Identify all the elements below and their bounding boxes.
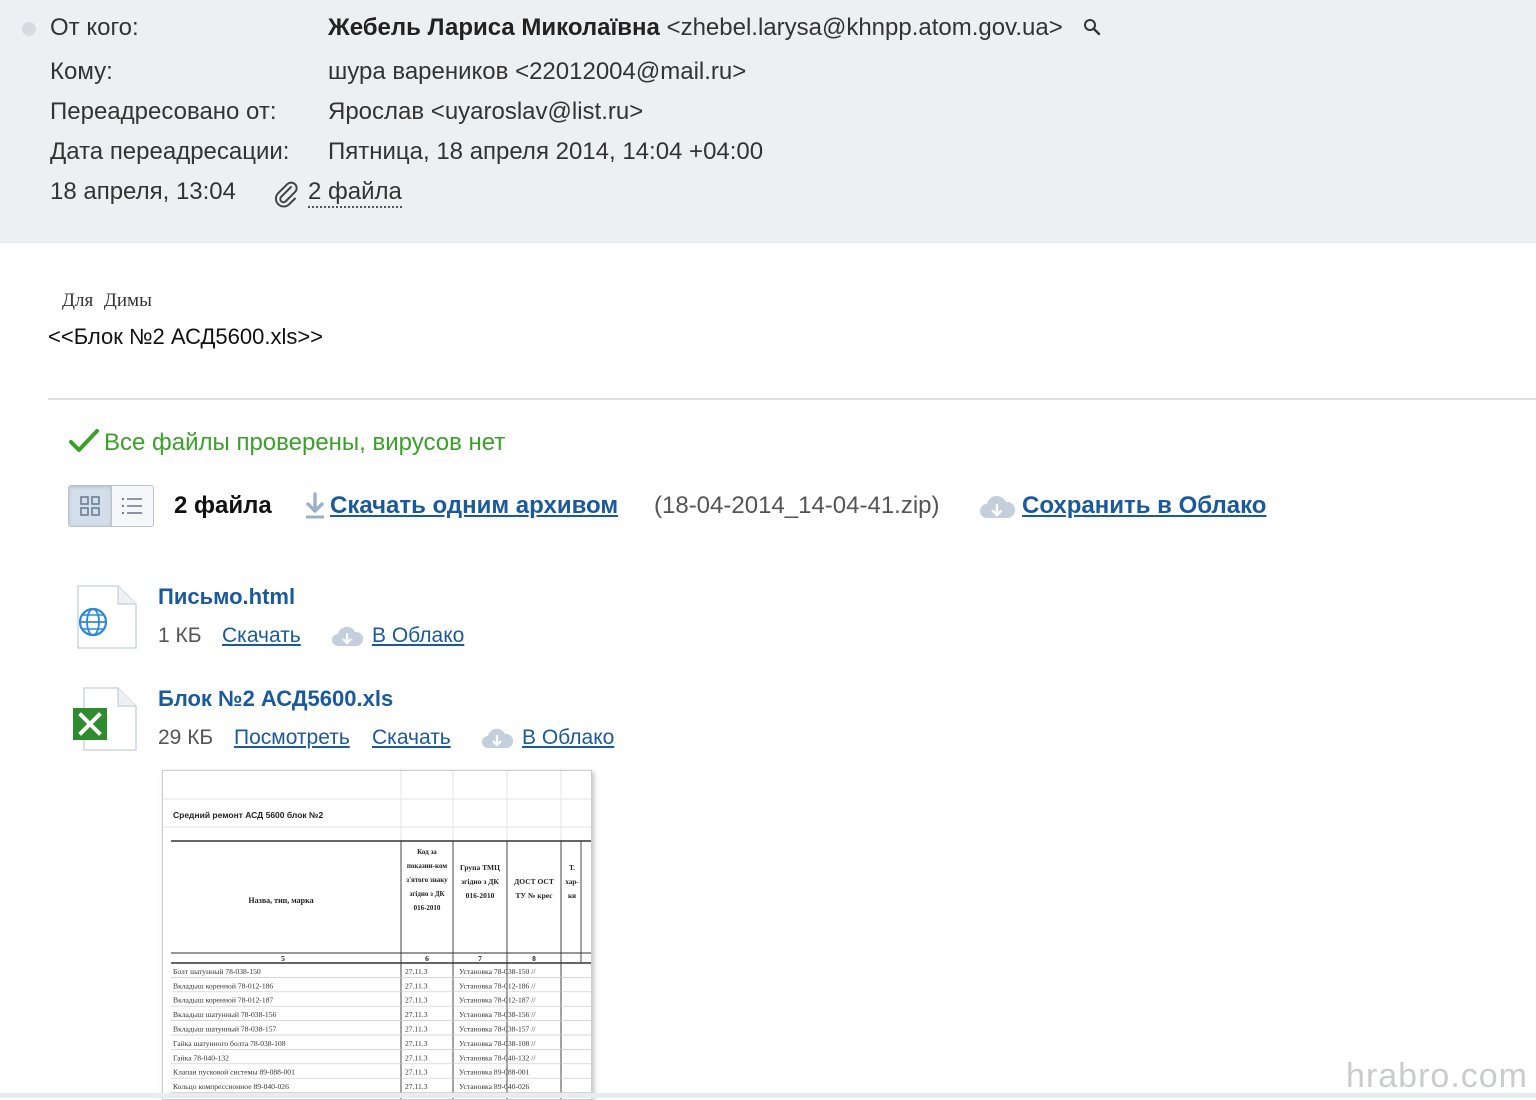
download-file-link[interactable]: Скачать [372,726,451,750]
download-arrow-icon [304,492,326,525]
preview-cell: Установка 78-038-150 // [459,967,536,976]
to-cloud-link[interactable]: В Облако [372,624,464,648]
preview-cell: 27.11.3 [405,967,428,976]
preview-cell: Установка 78-040-132 // [459,1053,536,1062]
preview-col-number: 8 [532,954,536,963]
grid-icon [79,496,100,516]
watermark: hrabro.com [1346,1057,1528,1095]
file-size: 29 КБ [158,726,214,749]
preview-cell: 27.11.3 [405,1039,428,1048]
preview-col-number: 6 [425,954,429,963]
preview-col-number: 5 [281,954,285,963]
view-file-link[interactable]: Посмотреть [234,726,350,750]
file-name-html[interactable]: Письмо.html [158,584,295,610]
excel-file-icon[interactable] [70,686,140,759]
preview-cell: Установка 89-040-026 [459,1082,530,1091]
list-icon [122,498,143,514]
preview-col-gost: ДОСТ ОСТ ТУ № крес [514,877,554,900]
sender[interactable]: Жебель Лариса Миколаївна <zhebel.larysa@… [328,14,1101,43]
preview-cell: Гайка 78-040-132 [173,1053,229,1062]
preview-cell: Кольцо компрессионное 89-040-026 [173,1082,289,1091]
cloud-icon [480,726,514,757]
spreadsheet-preview-image: Средний ремонт АСД 5600 блок №2 Назва, т… [163,771,591,1099]
preview-cell: 27.11.3 [405,1082,428,1091]
spreadsheet-preview[interactable]: Средний ремонт АСД 5600 блок №2 Назва, т… [162,770,592,1100]
preview-cell: 27.11.3 [405,1068,428,1077]
preview-cell: Установка 78-038-108 // [459,1039,536,1048]
recipient[interactable]: шура вареников <22012004@mail.ru> [328,58,746,86]
preview-col-char: Т. хар-ки [565,864,578,900]
virus-check-status: Все файлы проверены, вирусов нет [68,428,505,457]
preview-cell: Вкладыш шатунный 78-038-156 [173,1010,276,1019]
preview-cell: Вкладыш шатунный 78-038-157 [173,1025,276,1034]
download-archive-link[interactable]: Скачать одним архивом [330,492,618,520]
preview-cell: Установка 78-012-187 // [459,996,536,1005]
forward-date: Пятница, 18 апреля 2014, 14:04 +04:00 [328,138,764,165]
preview-cell: Установка 78-038-157 // [459,1025,536,1034]
cloud-icon [978,494,1016,527]
search-icon[interactable] [1083,15,1101,43]
divider [48,398,1536,400]
download-file-link[interactable]: Скачать [222,624,301,648]
preview-cell: Установка 78-038-156 // [459,1010,536,1019]
preview-cell: Установка 78-012-186 // [459,981,536,990]
sender-email[interactable]: <zhebel.larysa@khnpp.atom.gov.ua> [667,14,1063,41]
archive-filename: (18-04-2014_14-04-41.zip) [654,492,940,519]
preview-col-name: Назва, тип, марка [248,896,313,905]
paperclip-icon [272,180,300,213]
virus-check-text: Все файлы проверены, вирусов нет [104,429,506,456]
preview-col-code: Код за показни-ком з'ятого знаку згідно … [406,848,447,912]
grid-view-button[interactable] [69,486,111,526]
preview-cell: 27.11.3 [405,1010,428,1019]
attachments-summary: 2 файла [174,492,272,519]
file-name-xls[interactable]: Блок №2 АСД5600.xls [158,686,393,712]
cloud-icon [330,624,364,655]
preview-cell: Клапан пусковой системы 89-088-001 [173,1068,295,1077]
attachments-count-link[interactable]: 2 файла [308,178,402,208]
forward-date-label: Дата переадресации: [50,138,290,165]
preview-cell: 27.11.3 [405,981,428,990]
preview-col-group: Група ТМЦ згідно з ДК 016-2010 [460,863,500,900]
to-cloud-link[interactable]: В Облако [522,726,614,750]
preview-cell: Вкладыш коренной 78-012-187 [173,996,273,1005]
forwarded-label: Переадресовано от: [50,98,277,125]
checkmark-icon [69,429,99,452]
preview-cell: 27.11.3 [405,996,428,1005]
forwarded-from[interactable]: Ярослав <uyaroslav@list.ru> [328,98,643,126]
sender-name[interactable]: Жебель Лариса Миколаївна [328,14,660,41]
preview-col-number: 7 [478,954,482,963]
preview-cell: Установка 89-088-001 [459,1068,530,1077]
save-to-cloud-link[interactable]: Сохранить в Облако [1022,492,1266,520]
globe-file-icon[interactable] [70,584,140,657]
preview-cell: Вкладыш коренной 78-012-186 [173,981,273,990]
read-status-dot[interactable] [22,22,36,36]
message-greeting: Для Димы [62,290,152,311]
from-label: От кого: [50,14,139,41]
attachment-reference: <<Блок №2 АСД5600.xls>> [48,324,324,349]
preview-title: Средний ремонт АСД 5600 блок №2 [173,810,323,820]
message-date: 18 апреля, 13:04 [50,178,236,205]
bottom-edge [0,1093,1536,1098]
view-toggle [68,485,154,527]
preview-cell: 27.11.3 [405,1053,428,1062]
message-header: От кого: Жебель Лариса Миколаївна <zhebe… [0,0,1536,243]
preview-cell: Гайка шатунного болта 78-038-108 [173,1039,286,1048]
to-label: Кому: [50,58,113,85]
file-size: 1 КБ [158,624,202,647]
preview-cell: Болт шатунный 78-038-150 [173,967,261,976]
list-view-button[interactable] [110,486,154,526]
preview-cell: 27.11.3 [405,1025,428,1034]
